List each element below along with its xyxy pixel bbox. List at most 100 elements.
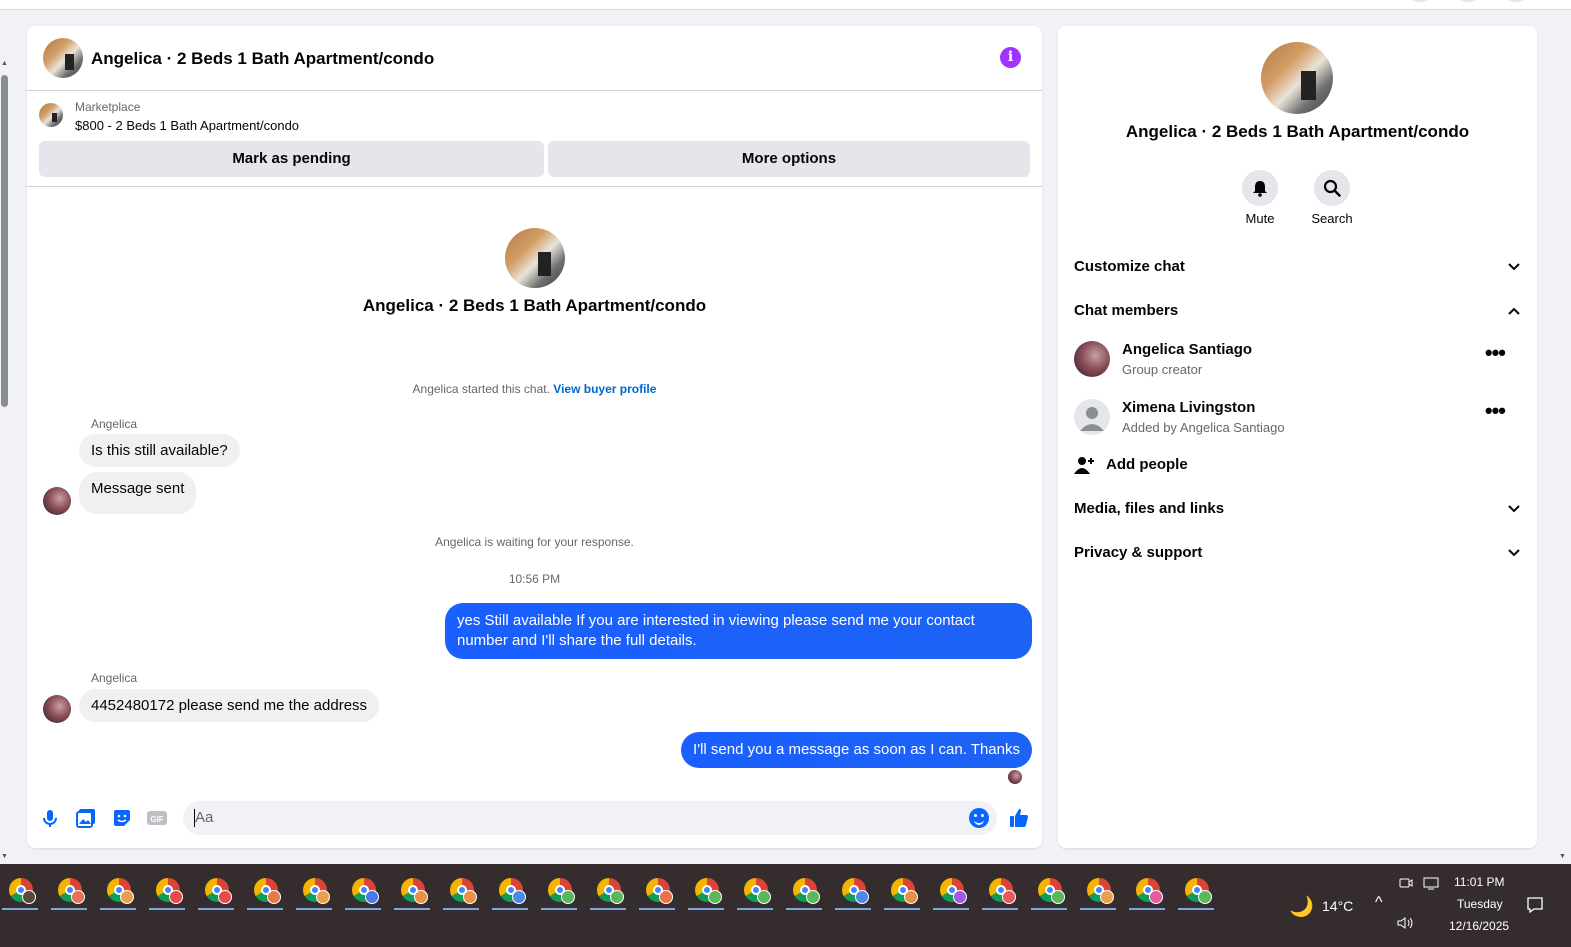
member-avatar[interactable]: [1074, 399, 1110, 435]
taskbar-chrome-app[interactable]: [0, 872, 45, 912]
notification-center-icon[interactable]: [1526, 896, 1544, 914]
taskbar-chrome-app[interactable]: [1176, 872, 1221, 912]
taskbar-chrome-app[interactable]: [147, 872, 192, 912]
taskbar-chrome-app[interactable]: [882, 872, 927, 912]
svg-text:GIF: GIF: [150, 815, 163, 824]
running-indicator: [1080, 908, 1116, 910]
sticker-icon[interactable]: [111, 807, 133, 829]
privacy-support-section[interactable]: Privacy & support: [1074, 542, 1521, 566]
right-scrollbar[interactable]: ▼: [1559, 12, 1569, 860]
weather-temperature[interactable]: 14°C: [1322, 898, 1353, 914]
conversation-avatar[interactable]: [1261, 42, 1333, 114]
taskbar-chrome-app[interactable]: [245, 872, 290, 912]
more-options-icon[interactable]: •••: [1485, 400, 1506, 422]
more-options-icon[interactable]: •••: [1485, 342, 1506, 364]
taskbar-chrome-app[interactable]: [441, 872, 486, 912]
scrollbar-thumb[interactable]: [1, 75, 8, 407]
chat-avatar[interactable]: [43, 38, 83, 78]
meet-now-icon[interactable]: [1399, 876, 1413, 890]
volume-icon[interactable]: [1397, 916, 1415, 930]
network-icon[interactable]: [1423, 876, 1439, 890]
taskbar-chrome-app[interactable]: [392, 872, 437, 912]
profile-badge-icon: [659, 890, 673, 904]
scroll-down-arrow-icon[interactable]: ▼: [1, 853, 8, 860]
customize-chat-section[interactable]: Customize chat: [1074, 256, 1521, 280]
intro-avatar[interactable]: [505, 228, 565, 288]
listing-title[interactable]: $800 - 2 Beds 1 Bath Apartment/condo: [75, 118, 299, 133]
message-input-placeholder: Aa: [195, 809, 214, 826]
thumbs-up-icon[interactable]: [1008, 807, 1030, 829]
taskbar-chrome-app[interactable]: [588, 872, 633, 912]
profile-avatar[interactable]: [1506, 0, 1526, 2]
taskbar-chrome-app[interactable]: [539, 872, 584, 912]
weather-moon-icon[interactable]: 🌙: [1289, 894, 1314, 919]
incoming-message[interactable]: Is this still available?: [79, 434, 240, 467]
taskbar-chrome-app[interactable]: [735, 872, 780, 912]
started-chat-text: Angelica started this chat.: [412, 382, 550, 396]
profile-badge-icon: [365, 890, 379, 904]
chevron-up-icon[interactable]: ^: [1375, 894, 1383, 912]
microphone-icon[interactable]: [39, 807, 61, 829]
mark-as-pending-button[interactable]: Mark as pending: [39, 141, 544, 177]
listing-thumbnail[interactable]: [39, 103, 63, 127]
taskbar-chrome-app[interactable]: [1127, 872, 1172, 912]
taskbar-chrome-app[interactable]: [1029, 872, 1074, 912]
taskbar-chrome-app[interactable]: [686, 872, 731, 912]
taskbar-chrome-app[interactable]: [637, 872, 682, 912]
member-row[interactable]: Angelica Santiago Group creator •••: [1074, 339, 1521, 383]
profile-badge-icon: [1198, 890, 1212, 904]
left-scrollbar[interactable]: ▲ ▼: [0, 60, 10, 860]
member-row[interactable]: Ximena Livingston Added by Angelica Sant…: [1074, 397, 1521, 441]
view-buyer-profile-link[interactable]: View buyer profile: [553, 382, 656, 396]
taskbar-chrome-app[interactable]: [931, 872, 976, 912]
taskbar-chrome-app[interactable]: [49, 872, 94, 912]
taskbar-chrome-app[interactable]: [833, 872, 878, 912]
top-bar-icon[interactable]: [1410, 0, 1430, 2]
scroll-down-arrow-icon[interactable]: ▼: [1559, 853, 1566, 860]
chevron-up-icon: [1508, 307, 1520, 315]
media-files-links-section[interactable]: Media, files and links: [1074, 498, 1521, 522]
default-person-icon: [1080, 407, 1104, 431]
taskbar-chrome-app[interactable]: [980, 872, 1025, 912]
taskbar-chrome-app[interactable]: [1078, 872, 1123, 912]
info-icon[interactable]: i: [1000, 47, 1021, 68]
gif-icon[interactable]: GIF: [146, 807, 168, 829]
add-person-icon: [1074, 457, 1094, 474]
photo-icon[interactable]: [75, 807, 97, 829]
search-label: Search: [1311, 211, 1353, 226]
running-indicator: [639, 908, 675, 910]
add-people-button[interactable]: Add people: [1074, 454, 1521, 478]
chevron-down-icon: [1508, 549, 1520, 557]
message-input[interactable]: Aa: [183, 801, 997, 835]
mute-button[interactable]: [1242, 170, 1278, 206]
running-indicator: [492, 908, 528, 910]
taskbar-chrome-app[interactable]: [294, 872, 339, 912]
sender-avatar[interactable]: [43, 695, 71, 723]
profile-badge-icon: [267, 890, 281, 904]
running-indicator: [1178, 908, 1214, 910]
clock-day[interactable]: Tuesday: [1457, 897, 1503, 911]
incoming-message[interactable]: Message sent: [79, 472, 197, 514]
taskbar-chrome-app[interactable]: [98, 872, 143, 912]
search-button[interactable]: [1314, 170, 1350, 206]
clock-date[interactable]: 12/16/2025: [1449, 919, 1509, 933]
outgoing-message[interactable]: I'll send you a message as soon as I can…: [681, 732, 1032, 768]
taskbar-chrome-app[interactable]: [784, 872, 829, 912]
more-options-button[interactable]: More options: [548, 141, 1030, 177]
taskbar-chrome-app[interactable]: [196, 872, 241, 912]
incoming-message[interactable]: 4452480172 please send me the address: [79, 689, 380, 722]
waiting-note: Angelica is waiting for your response.: [435, 535, 634, 549]
taskbar-chrome-app[interactable]: [490, 872, 535, 912]
emoji-icon[interactable]: [969, 808, 989, 828]
scroll-up-arrow-icon[interactable]: ▲: [1, 60, 8, 67]
clock-time[interactable]: 11:01 PM: [1454, 875, 1504, 889]
taskbar-chrome-app[interactable]: [343, 872, 388, 912]
sender-avatar[interactable]: [43, 487, 71, 515]
media-files-links-label: Media, files and links: [1074, 500, 1225, 517]
outgoing-message[interactable]: yes Still available If you are intereste…: [445, 603, 1032, 659]
top-bar-icon[interactable]: [1458, 0, 1478, 2]
chat-title[interactable]: Angelica · 2 Beds 1 Bath Apartment/condo: [91, 49, 434, 69]
chat-members-section[interactable]: Chat members: [1074, 300, 1521, 324]
member-avatar[interactable]: [1074, 341, 1110, 377]
running-indicator: [1031, 908, 1067, 910]
